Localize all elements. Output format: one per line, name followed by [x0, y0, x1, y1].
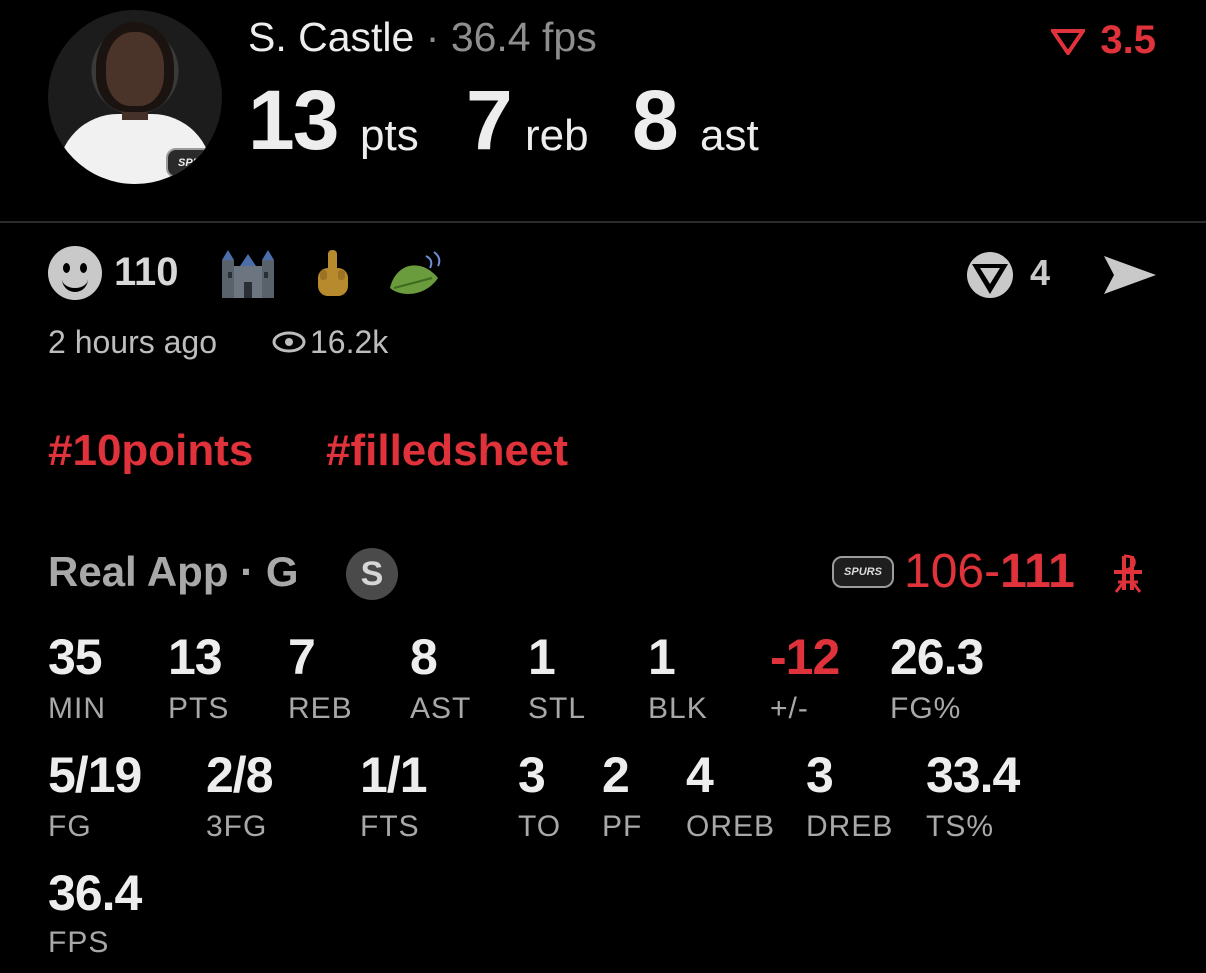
header-divider [0, 221, 1206, 223]
stat-ast-value: 8 [410, 629, 438, 685]
game-score[interactable]: 106-111 [904, 544, 1075, 599]
score-delta[interactable]: 3.5 [1049, 18, 1156, 63]
smiley-mouth [62, 276, 88, 292]
separator: · [425, 14, 440, 60]
eye-icon [272, 331, 306, 353]
stat-tspct-label: TS% [926, 810, 995, 843]
stat-pf-label: PF [602, 810, 643, 843]
spurs-logo-icon: SPURS [832, 556, 894, 588]
smiley-eye [63, 263, 70, 273]
smiley-eye [80, 263, 87, 273]
stat-fps-label: FPS [48, 926, 110, 959]
player-position: G [265, 548, 299, 595]
team-score: 106 [904, 545, 985, 598]
stat-3fg-label: 3FG [206, 810, 268, 843]
leaf-icon[interactable] [386, 248, 446, 300]
stat-stl-value: 1 [528, 629, 556, 685]
stat-blk-value: 1 [648, 629, 676, 685]
stat-pts-label: PTS [168, 692, 230, 725]
reaction-count[interactable]: 110 [114, 250, 179, 295]
stat-fts-value: 1/1 [360, 747, 428, 803]
team-badge: SPURS [166, 148, 222, 178]
vote-icon[interactable] [962, 250, 1018, 300]
smiley-icon[interactable] [48, 246, 102, 300]
vote-count: 4 [1030, 252, 1051, 293]
stat-fgpct-label: FG% [890, 692, 962, 725]
stat-plusminus-label: +/- [770, 692, 809, 725]
stat-min-label: MIN [48, 692, 106, 725]
player-header: S. Castle · 36.4 fps [248, 14, 597, 61]
timestamp: 2 hours ago [48, 324, 218, 360]
headline-pts-unit: pts [360, 111, 419, 160]
rockets-icon [1114, 554, 1142, 593]
stat-dreb-label: DREB [806, 810, 894, 843]
stat-fg-value: 5/19 [48, 747, 142, 803]
stat-oreb-label: OREB [686, 810, 776, 843]
headline-pts-value: 13 [248, 73, 339, 167]
stat-tspct-value: 33.4 [926, 747, 1020, 803]
separator: · [240, 548, 255, 595]
opponent-score: 111 [1000, 545, 1075, 598]
source-badge: S [346, 548, 398, 600]
stat-ast-label: AST [410, 692, 472, 725]
stat-reb-label: REB [288, 692, 353, 725]
avatar-face [106, 32, 164, 106]
stat-fts-label: FTS [360, 810, 420, 843]
middle-finger-icon[interactable] [310, 248, 354, 300]
stat-fgpct-value: 26.3 [890, 629, 984, 685]
player-name[interactable]: S. Castle [248, 14, 414, 60]
stat-fps-value: 36.4 [48, 865, 142, 921]
hashtag-10points[interactable]: #10points [48, 426, 253, 476]
stat-3fg-value: 2/8 [206, 747, 274, 803]
game-source-line: Real App · G [48, 548, 298, 596]
stat-stl-label: STL [528, 692, 587, 725]
player-avatar[interactable]: SPURS [48, 10, 222, 184]
headline-ast-value: 8 [632, 73, 679, 167]
headline-ast-unit: ast [700, 111, 759, 160]
send-icon[interactable] [1100, 250, 1160, 300]
castle-icon[interactable] [220, 248, 276, 300]
hashtag-filledsheet[interactable]: #filledsheet [326, 426, 568, 476]
source-app: Real App [48, 548, 229, 595]
stat-to-value: 3 [518, 747, 546, 803]
delta-value: 3.5 [1100, 18, 1156, 62]
stat-oreb-value: 4 [686, 747, 714, 803]
stat-plusminus-value: -12 [770, 629, 840, 685]
stat-reb-value: 7 [288, 629, 316, 685]
stat-pf-value: 2 [602, 747, 630, 803]
headline-reb-value: 7 [466, 73, 513, 167]
stat-pts-value: 13 [168, 629, 223, 685]
stat-min-value: 35 [48, 629, 103, 685]
headline-reb-unit: reb [525, 111, 589, 160]
fps-label: 36.4 fps [450, 14, 597, 60]
stat-blk-label: BLK [648, 692, 708, 725]
score-dash: - [984, 545, 1001, 598]
stat-dreb-value: 3 [806, 747, 834, 803]
view-count: 16.2k [310, 324, 389, 360]
down-delta-icon [1049, 29, 1088, 57]
stat-to-label: TO [518, 810, 562, 843]
stat-fg-label: FG [48, 810, 92, 843]
